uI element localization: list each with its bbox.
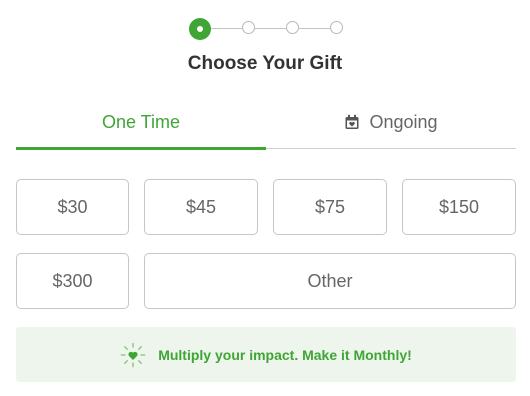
page-title: Choose Your Gift — [187, 53, 343, 74]
calendar-heart-icon — [345, 114, 359, 129]
monthly-upsell-banner[interactable]: Multiply your impact. Make it Monthly! — [16, 327, 516, 382]
tab-one-time-label: One Time — [101, 111, 181, 132]
step-2 — [242, 21, 255, 34]
amount-button-other[interactable]: Other — [144, 253, 516, 309]
progress-stepper — [189, 18, 344, 40]
tab-ongoing[interactable]: Ongoing — [266, 98, 516, 146]
monthly-upsell-text: Multiply your impact. Make it Monthly! — [158, 346, 412, 363]
amount-button-45[interactable]: $45 — [144, 179, 258, 235]
step-3 — [286, 21, 299, 34]
sparkle-heart-icon — [120, 342, 146, 367]
frequency-tabs: One Time Ongoing — [16, 98, 516, 150]
tab-ongoing-label: Ongoing — [369, 111, 438, 132]
stepper-connector — [255, 28, 286, 29]
step-4 — [330, 21, 343, 34]
step-1-current — [189, 18, 211, 40]
amount-button-30[interactable]: $30 — [16, 179, 129, 235]
tab-one-time[interactable]: One Time — [16, 98, 266, 146]
amount-button-300[interactable]: $300 — [16, 253, 129, 309]
active-tab-indicator — [16, 147, 266, 150]
amount-button-150[interactable]: $150 — [402, 179, 516, 235]
stepper-connector — [299, 28, 330, 29]
amount-button-75[interactable]: $75 — [273, 179, 387, 235]
gift-selection-panel: Choose Your Gift One Time Ongoing $30 $4… — [0, 0, 530, 396]
stepper-connector — [211, 28, 242, 29]
